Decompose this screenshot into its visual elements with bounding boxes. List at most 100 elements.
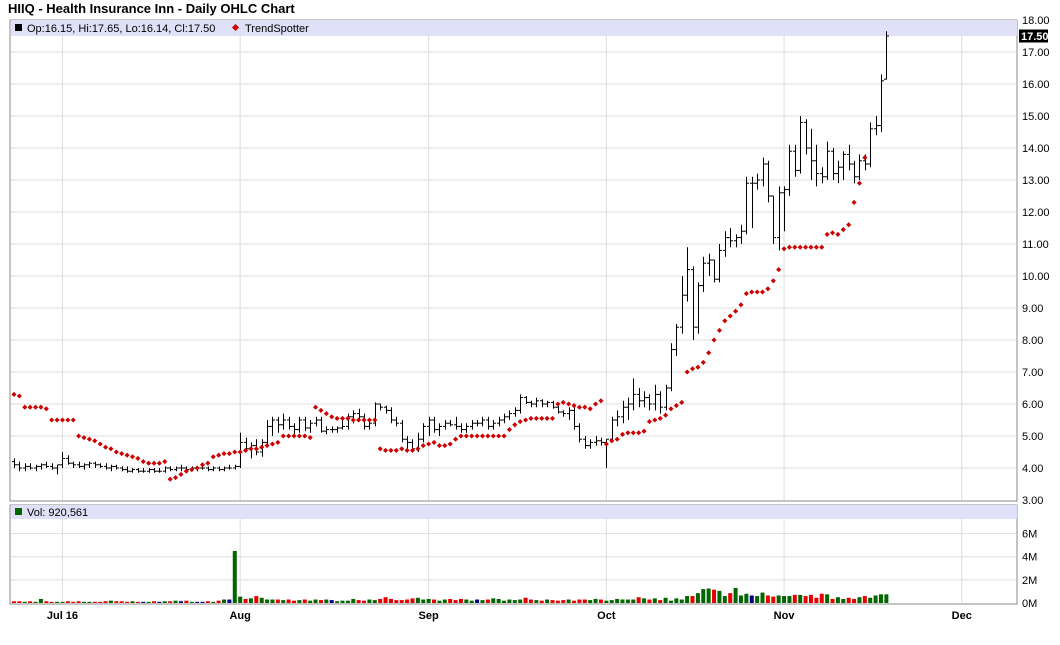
volume-bar <box>168 601 173 603</box>
volume-bar <box>620 599 625 603</box>
volume-bar <box>808 594 813 603</box>
volume-bar <box>561 600 566 603</box>
volume-bar <box>71 601 76 603</box>
volume-bar <box>378 598 383 603</box>
volume-bar <box>248 598 253 603</box>
volume-bar <box>636 597 641 603</box>
volume-bar <box>141 601 146 603</box>
volume-bar <box>44 601 49 603</box>
volume-bar <box>722 596 727 603</box>
price-tick-label: 10.00 <box>1022 271 1050 283</box>
date-tick-label: Aug <box>229 610 250 622</box>
volume-bar <box>733 587 738 603</box>
volume-legend-bar <box>11 505 1017 519</box>
volume-bar <box>60 601 65 603</box>
volume-bar <box>760 592 765 603</box>
volume-bar <box>534 600 539 603</box>
volume-bar <box>49 601 54 603</box>
price-tick-label: 14.00 <box>1022 143 1050 155</box>
volume-bar <box>189 601 194 603</box>
volume-bar <box>846 597 851 603</box>
volume-bar <box>243 598 248 603</box>
price-tick-label: 4.00 <box>1022 463 1043 475</box>
volume-bar <box>340 600 345 603</box>
volume-bar <box>631 599 636 603</box>
volume-bar <box>200 601 205 603</box>
volume-bar <box>658 600 663 603</box>
volume-bar <box>458 598 463 603</box>
volume-bar <box>663 597 668 603</box>
volume-bar <box>28 601 33 603</box>
volume-bar <box>329 600 334 603</box>
volume-bar <box>701 589 706 603</box>
volume-bar <box>302 599 307 603</box>
volume-bar <box>685 596 690 603</box>
volume-bar <box>787 596 792 603</box>
volume-bar <box>367 599 372 603</box>
volume-bar <box>475 599 480 603</box>
volume-bar <box>426 598 431 603</box>
volume-bar <box>491 598 496 603</box>
volume-bar <box>82 601 87 603</box>
date-tick-label: Jul 16 <box>47 610 78 622</box>
volume-bar <box>539 600 544 603</box>
volume-legend-text: Vol: 920,561 <box>27 507 88 519</box>
volume-tick-label: 2M <box>1022 575 1037 587</box>
volume-bar <box>216 600 221 603</box>
volume-bar <box>442 599 447 603</box>
volume-bar <box>480 600 485 603</box>
volume-bar <box>792 594 797 603</box>
volume-tick-label: 4M <box>1022 552 1037 564</box>
volume-bar <box>448 598 453 603</box>
volume-tick-label: 6M <box>1022 529 1037 541</box>
volume-bar <box>577 599 582 603</box>
volume-bar <box>453 600 458 603</box>
volume-bar <box>270 599 275 603</box>
volume-axis: 0M 2M 4M 6M <box>1022 529 1037 610</box>
price-tick-label: 7.00 <box>1022 367 1043 379</box>
volume-bar <box>464 599 469 603</box>
volume-panel <box>9 504 1018 605</box>
date-tick-label: Sep <box>419 610 439 622</box>
volume-bar <box>572 600 577 603</box>
volume-bar <box>798 594 803 603</box>
volume-bar <box>782 596 787 603</box>
last-price-marker: 17.50 <box>1019 29 1049 43</box>
volume-bar <box>690 596 695 603</box>
volume-bar <box>841 598 846 603</box>
volume-bar <box>706 588 711 603</box>
volume-bar <box>507 599 512 603</box>
volume-bar <box>405 599 410 603</box>
volume-bar <box>232 550 237 603</box>
price-tick-label: 5.00 <box>1022 431 1043 443</box>
volume-bar <box>87 601 92 603</box>
volume-bar <box>17 601 22 603</box>
price-tick-label: 15.00 <box>1022 111 1050 123</box>
volume-bar <box>550 600 555 603</box>
volume-bar <box>496 598 501 603</box>
price-tick-label: 12.00 <box>1022 207 1050 219</box>
volume-bar <box>173 600 178 603</box>
volume-bar <box>211 601 216 603</box>
volume-bar <box>222 599 227 603</box>
volume-bar <box>878 594 883 603</box>
volume-bar <box>728 593 733 603</box>
ohlc-chart: Op:16.15, Hi:17.65, Lo:16.14, Cl:17.50 T… <box>9 15 1050 622</box>
date-tick-label: Nov <box>774 610 796 622</box>
volume-bar <box>205 601 210 603</box>
date-tick-label: Oct <box>597 610 616 622</box>
volume-bar <box>652 598 657 603</box>
volume-bar <box>195 601 200 603</box>
volume-bar <box>55 601 60 603</box>
last-price-label: 17.50 <box>1021 31 1049 43</box>
volume-bar <box>297 600 302 603</box>
volume-bar <box>103 601 108 603</box>
volume-bar <box>679 599 684 603</box>
volume-bar <box>157 601 162 603</box>
price-tick-label: 17.00 <box>1022 47 1050 59</box>
volume-bar <box>712 589 717 603</box>
volume-bar <box>308 600 313 603</box>
volume-bar <box>259 597 264 603</box>
volume-bar <box>582 599 587 603</box>
volume-bar <box>518 599 523 603</box>
